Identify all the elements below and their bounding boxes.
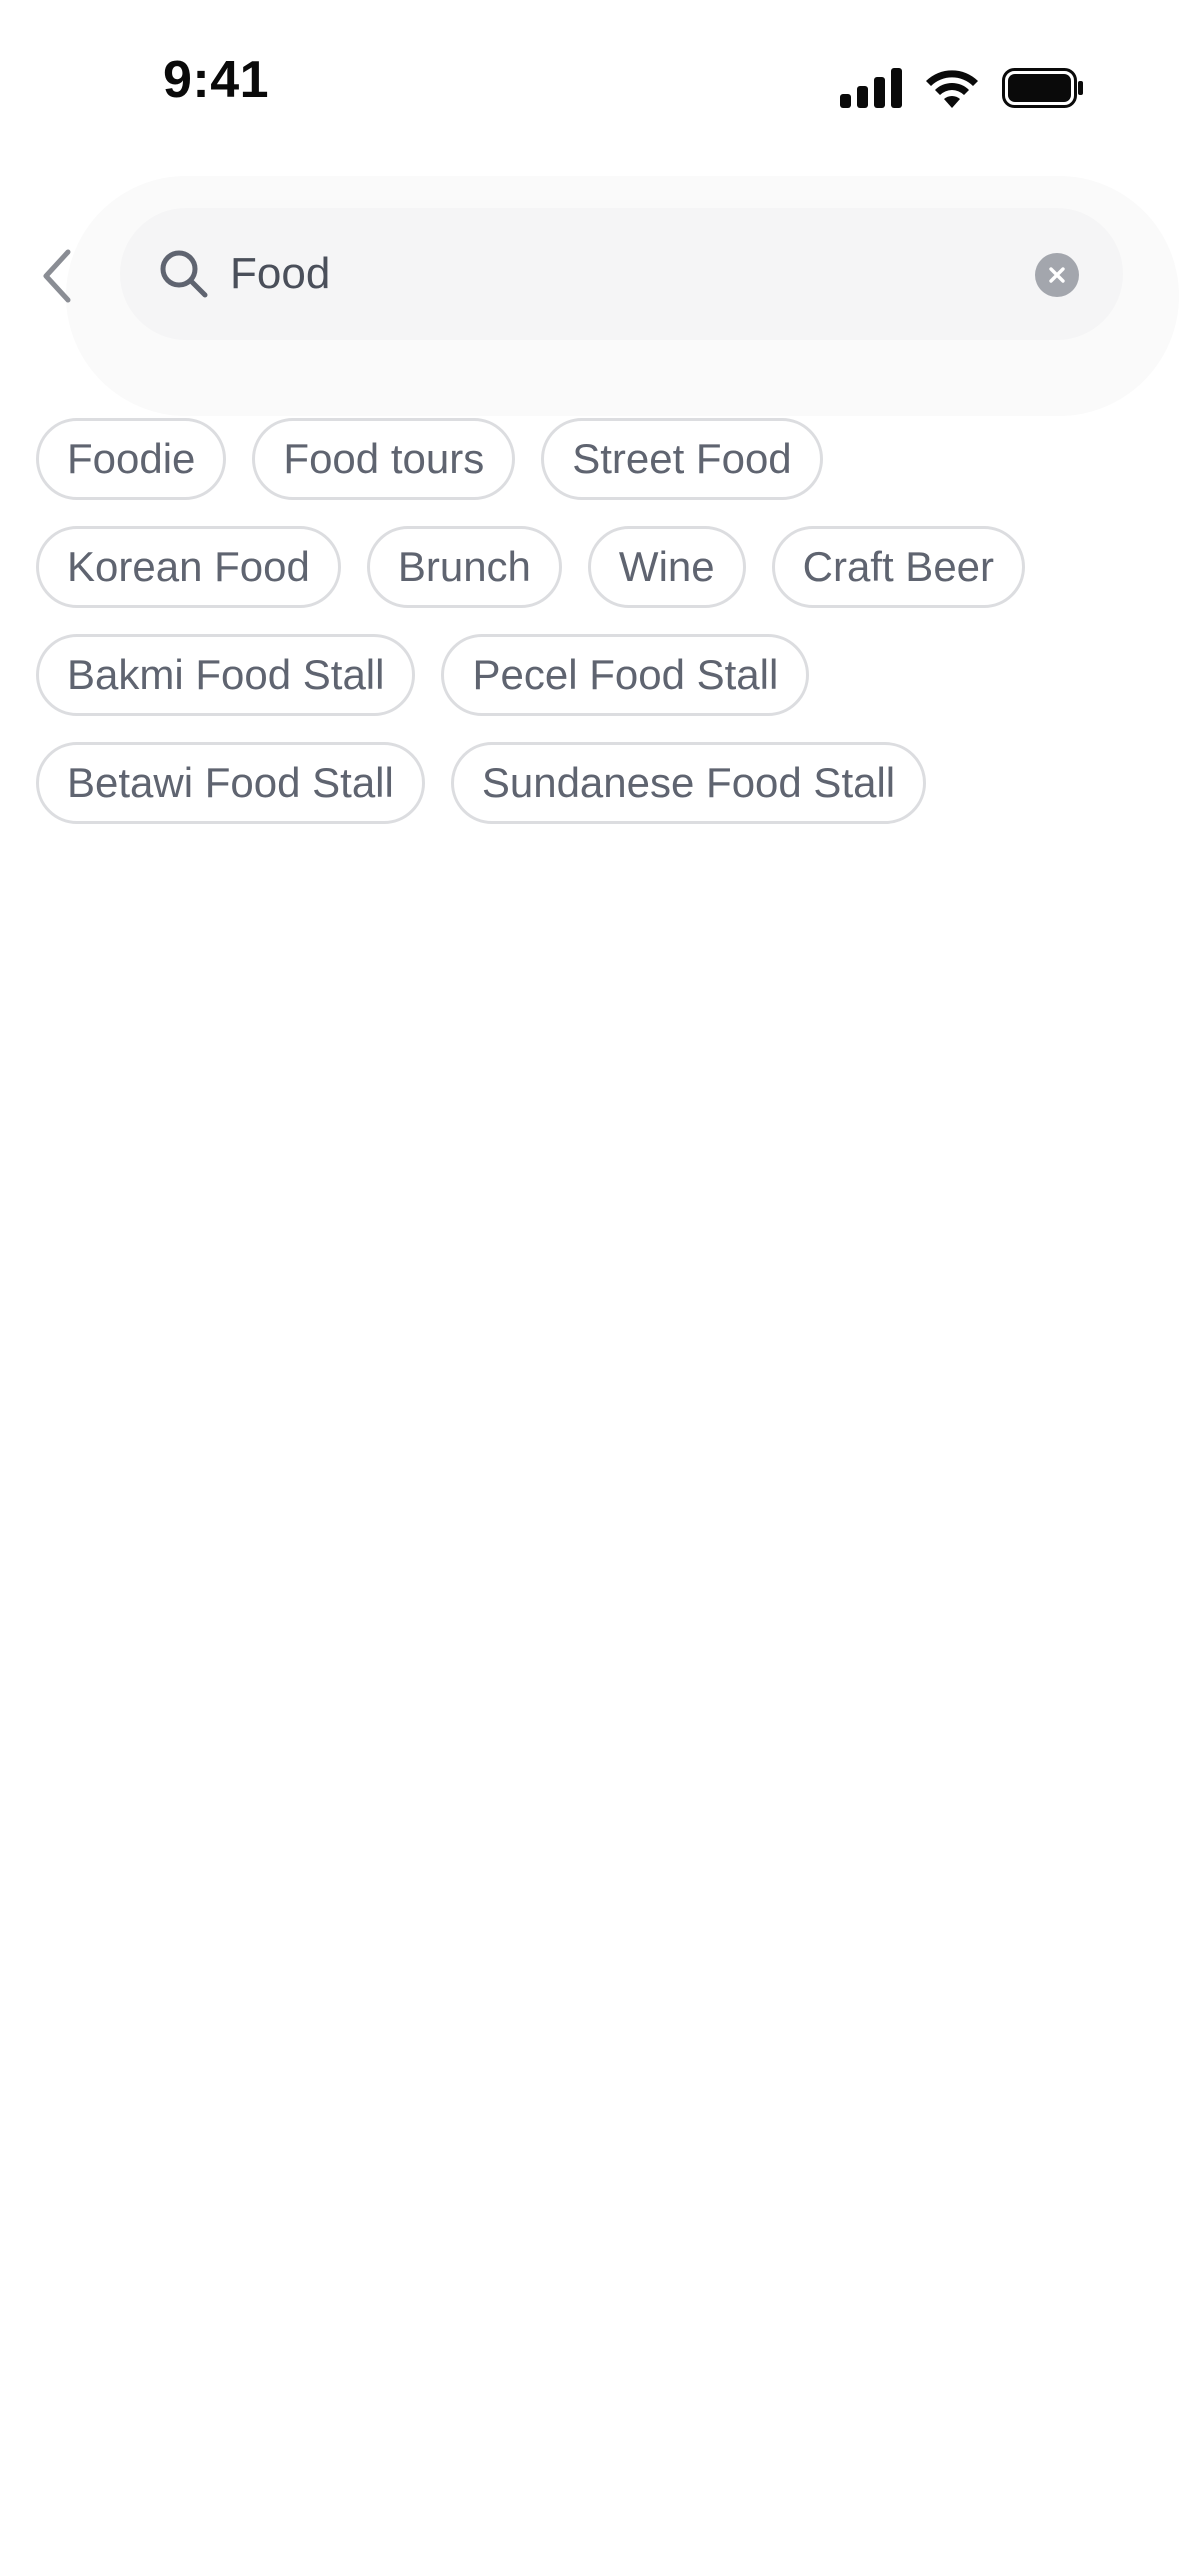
search-bar[interactable] <box>120 208 1123 340</box>
search-icon <box>160 250 208 298</box>
back-button[interactable] <box>26 236 86 316</box>
chip-korean-food[interactable]: Korean Food <box>36 526 341 608</box>
search-input[interactable] <box>230 236 1010 312</box>
chip-brunch[interactable]: Brunch <box>366 526 562 608</box>
chip-foodie[interactable]: Foodie <box>36 418 227 500</box>
chip-pecel-food-stall[interactable]: Pecel Food Stall <box>441 634 810 716</box>
chip-food-tours[interactable]: Food tours <box>252 418 516 500</box>
status-bar: 9:41 <box>0 0 1179 150</box>
clear-search-button[interactable] <box>1035 253 1079 297</box>
chip-row: Korean Food Brunch Wine Craft Beer <box>36 526 1136 608</box>
suggestion-chips: Foodie Food tours Street Food Korean Foo… <box>36 418 1136 850</box>
wifi-icon <box>926 70 978 108</box>
chip-bakmi-food-stall[interactable]: Bakmi Food Stall <box>36 634 416 716</box>
chip-craft-beer[interactable]: Craft Beer <box>771 526 1026 608</box>
clear-icon <box>1049 267 1065 283</box>
chip-row: Bakmi Food Stall Pecel Food Stall <box>36 634 1136 716</box>
chevron-left-icon <box>43 249 71 303</box>
status-time: 9:41 <box>163 51 270 109</box>
cellular-signal-icon <box>840 68 902 108</box>
chip-betawi-food-stall[interactable]: Betawi Food Stall <box>36 742 425 824</box>
status-icons <box>840 64 1084 112</box>
battery-icon <box>1002 68 1083 108</box>
chip-street-food[interactable]: Street Food <box>541 418 823 500</box>
chip-row: Foodie Food tours Street Food <box>36 418 1136 500</box>
chip-wine[interactable]: Wine <box>587 526 746 608</box>
chip-row: Betawi Food Stall Sundanese Food Stall <box>36 742 1136 824</box>
chip-sundanese-food-stall[interactable]: Sundanese Food Stall <box>450 742 927 824</box>
